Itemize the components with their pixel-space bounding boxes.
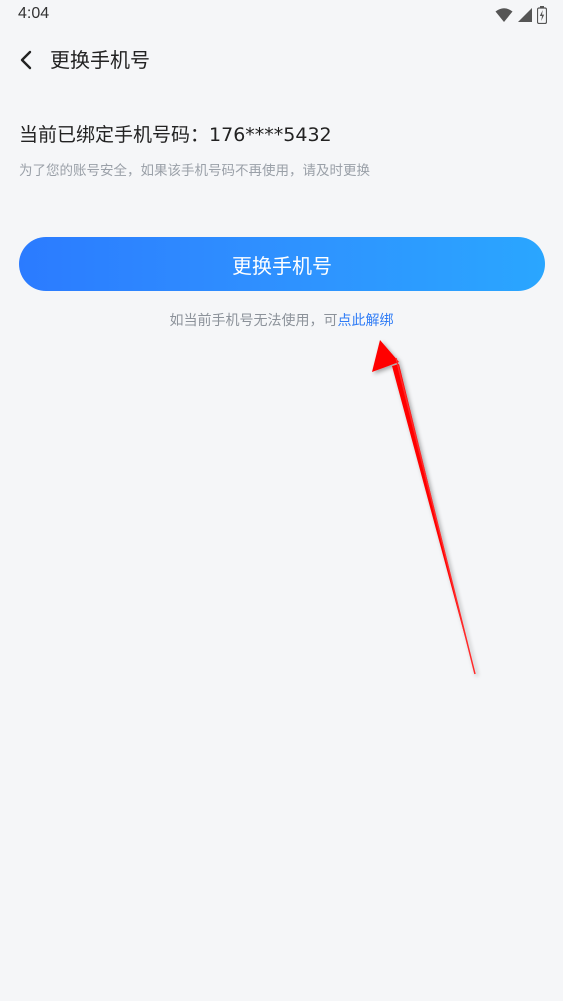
current-phone-value: 176****5432 — [209, 124, 332, 146]
page-title: 更换手机号 — [50, 48, 150, 72]
cellular-signal-icon — [518, 8, 532, 22]
unbind-link[interactable]: 点此解绑 — [338, 313, 394, 329]
unbind-hint: 如当前手机号无法使用，可点此解绑 — [0, 311, 563, 331]
status-time: 4:04 — [18, 5, 50, 22]
change-phone-button[interactable]: 更换手机号 — [19, 237, 545, 291]
battery-charging-icon — [537, 6, 547, 24]
security-hint: 为了您的账号安全，如果该手机号码不再使用，请及时更换 — [19, 163, 370, 179]
chevron-left-icon — [20, 50, 32, 70]
current-phone-label: 当前已绑定手机号码： — [19, 124, 210, 146]
annotation-arrow — [372, 340, 476, 675]
wifi-icon — [495, 8, 513, 22]
current-phone-text: 当前已绑定手机号码：176****5432 — [19, 122, 332, 148]
status-bar: 4:04 — [0, 0, 563, 30]
top-app-bar: 更换手机号 — [0, 40, 563, 80]
back-button[interactable] — [10, 44, 42, 76]
unbind-hint-text: 如当前手机号无法使用，可 — [169, 313, 338, 329]
status-icons — [495, 6, 547, 24]
